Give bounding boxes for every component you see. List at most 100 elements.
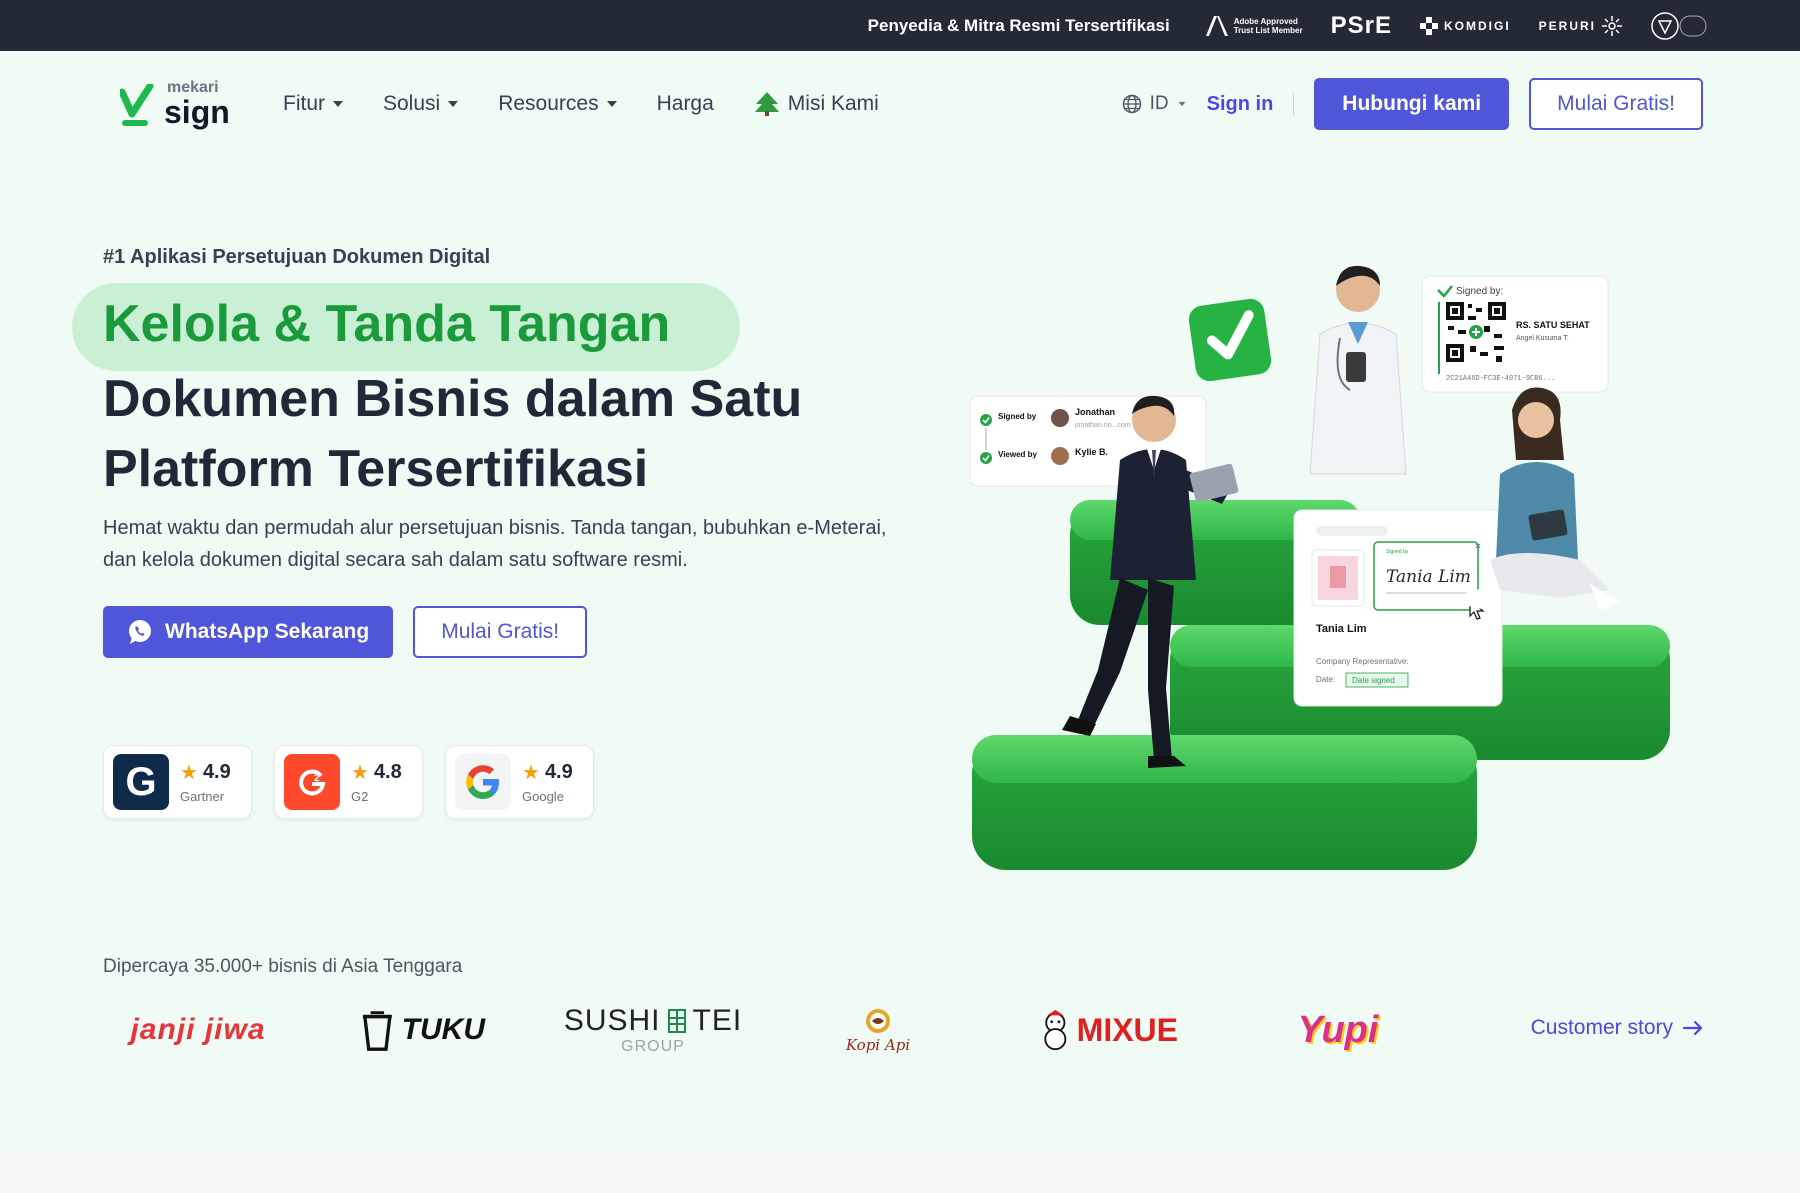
date-label: Date:	[1316, 675, 1335, 684]
rating-score: 4.9	[202, 761, 231, 783]
adobe-line1: Adobe Approved	[1233, 16, 1298, 26]
signer2-name: Kylie B.	[1075, 447, 1108, 457]
kopi-api-emblem-icon	[866, 1009, 890, 1033]
chevron-down-icon	[333, 101, 343, 107]
adobe-line2: Trust List Member	[1233, 25, 1303, 35]
platform-step-front	[972, 735, 1477, 870]
whatsapp-button[interactable]: WhatsApp Sekarang	[103, 606, 394, 658]
hero-eyebrow: #1 Aplikasi Persetujuan Dokumen Digital	[103, 246, 491, 268]
hero-title-line3: Platform Tersertifikasi	[103, 440, 649, 498]
google-logo-icon	[455, 754, 511, 810]
gartner-logo-icon: G	[113, 754, 169, 810]
sushi-tei-logo: SUSHI TEI GROUP	[563, 1004, 743, 1055]
checkmark-logo-icon	[120, 84, 154, 126]
chevron-down-icon	[448, 101, 459, 107]
mekari-sign-logo[interactable]: mekari sign	[120, 80, 230, 128]
nav-actions: ID Sign in Hubungi kami Mulai Gratis!	[1122, 78, 1703, 130]
qr-signed-card: Signed by: RS. SATU SEHAT Angel Kusuma T…	[1421, 275, 1609, 393]
nav-resources[interactable]: Resources	[498, 92, 617, 116]
signed-by-label: Signed by	[998, 412, 1037, 421]
star-icon: ★	[522, 762, 540, 784]
snowman-icon	[1044, 1009, 1067, 1051]
rating-card-g2: 2 ★ 4.8 G2	[274, 745, 423, 819]
star-icon: ★	[180, 762, 198, 784]
customer-story-link[interactable]: Customer story	[1531, 1016, 1703, 1040]
next-section-edge	[0, 1151, 1800, 1193]
start-free-nav-button[interactable]: Mulai Gratis!	[1529, 78, 1703, 130]
ratings-row: G ★ 4.9 Gartner 2 ★ 4.8 G2 ★ 4.9 Google	[103, 745, 594, 819]
psre-logo: PSrE	[1330, 11, 1392, 39]
mixue-logo: MIXUE	[1038, 996, 1178, 1064]
whatsapp-icon	[129, 620, 151, 644]
rating-card-gartner: G ★ 4.9 Gartner	[103, 745, 252, 819]
language-selector[interactable]: ID	[1122, 93, 1187, 115]
svg-text:Signed by: Signed by	[1386, 549, 1409, 555]
kopi-api-logo: Kopi Api	[833, 996, 923, 1064]
partner-bar: Penyedia & Mitra Resmi Tersertifikasi Ad…	[0, 0, 1800, 51]
start-free-hero-button[interactable]: Mulai Gratis!	[413, 606, 588, 658]
sign-in-link[interactable]: Sign in	[1207, 92, 1295, 116]
tuku-logo: TUKU	[361, 996, 485, 1064]
logo-sign-text: sign	[164, 94, 230, 130]
signature-text: Tania Lim	[1386, 567, 1471, 587]
komdigi-icon	[1419, 16, 1438, 35]
company-rep-label: Company Representative:	[1316, 657, 1409, 666]
rating-source: G2	[351, 789, 369, 804]
qr-signed-by-label: Signed by:	[1456, 286, 1503, 297]
rating-source: Google	[522, 789, 564, 804]
rating-score: 4.8	[373, 761, 402, 783]
hero-title-line2: Dokumen Bisnis dalam Satu	[103, 370, 803, 428]
hero-title-highlight: Kelola & Tanda Tangan	[103, 295, 671, 353]
hero-cta-group: WhatsApp Sekarang Mulai Gratis!	[103, 606, 588, 658]
sushi-tei-emblem-icon	[667, 1009, 686, 1033]
hero-illustration: Signed by: RS. SATU SEHAT Angel Kusuma T…	[969, 265, 1670, 870]
rating-score: 4.9	[544, 761, 573, 783]
hospital-name: RS. SATU SEHAT	[1516, 320, 1590, 330]
qr-code-icon	[1446, 302, 1506, 362]
arrow-right-icon	[1683, 1020, 1703, 1036]
nav-solusi[interactable]: Solusi	[383, 92, 459, 116]
komdigi-logo: KOMDIGI	[1419, 16, 1511, 35]
peruri-logo: PERURI	[1539, 15, 1622, 36]
hero-description: Hemat waktu dan permudah alur persetujua…	[103, 517, 887, 571]
rating-card-google: ★ 4.9 Google	[445, 745, 594, 819]
star-icon: ★	[351, 762, 369, 784]
nav-fitur[interactable]: Fitur	[283, 92, 343, 116]
tree-icon	[754, 92, 779, 116]
svg-text:2: 2	[314, 773, 320, 784]
contact-us-button[interactable]: Hubungi kami	[1314, 78, 1510, 130]
hospital-signer: Angel Kusuma T.	[1516, 335, 1569, 342]
adobe-icon	[1205, 15, 1228, 36]
trusted-by-label: Dipercaya 35.000+ bisnis di Asia Tenggar…	[103, 956, 463, 977]
client-logos-row: janji jiwa TUKU SUSHI TEI GROUP Kopi Api…	[103, 996, 1703, 1064]
partner-bar-text: Penyedia & Mitra Resmi Tersertifikasi	[867, 15, 1170, 35]
signer1-email: jonathan.no...com	[1074, 422, 1131, 429]
g2-logo-icon: 2	[284, 754, 340, 810]
doctor-figure	[1309, 265, 1407, 475]
customer-story-label: Customer story	[1530, 1016, 1673, 1039]
yupi-logo: Yupi	[1297, 1008, 1379, 1051]
globe-icon	[1122, 94, 1141, 114]
main-nav: Fitur Solusi Resources Harga Misi Kami	[283, 92, 879, 116]
whatsapp-button-label: WhatsApp Sekarang	[165, 620, 370, 643]
peruri-sun-icon	[1602, 15, 1622, 36]
cup-icon	[362, 1011, 392, 1051]
nav-harga[interactable]: Harga	[657, 92, 714, 116]
signer1-name: Jonathan	[1075, 407, 1115, 417]
janji-jiwa-logo: janji jiwa	[130, 1013, 266, 1046]
chevron-down-icon	[1178, 101, 1186, 107]
nav-misi-kami[interactable]: Misi Kami	[754, 92, 879, 116]
chevron-down-icon	[606, 101, 617, 107]
checkmark-tile-icon	[1188, 298, 1272, 382]
avatar	[1051, 409, 1069, 427]
document-signer-name: Tania Lim	[1316, 623, 1367, 635]
qr-document-id: 2C21A46D-FC3E-4071-9CB6...	[1446, 375, 1555, 383]
certification-seal-icon	[1650, 11, 1708, 41]
hero-title-rest: Dokumen Bisnis dalam Satu Platform Terse…	[103, 364, 802, 504]
signature-document-card: Signed by Tania Lim Tania Lim Company Re…	[1293, 509, 1503, 707]
language-label: ID	[1149, 93, 1169, 114]
viewed-by-label: Viewed by	[998, 450, 1038, 459]
adobe-partner-logo: Adobe Approved Trust List Member	[1205, 15, 1303, 36]
rating-source: Gartner	[180, 789, 225, 804]
date-signed-value: Date signed	[1352, 676, 1395, 685]
